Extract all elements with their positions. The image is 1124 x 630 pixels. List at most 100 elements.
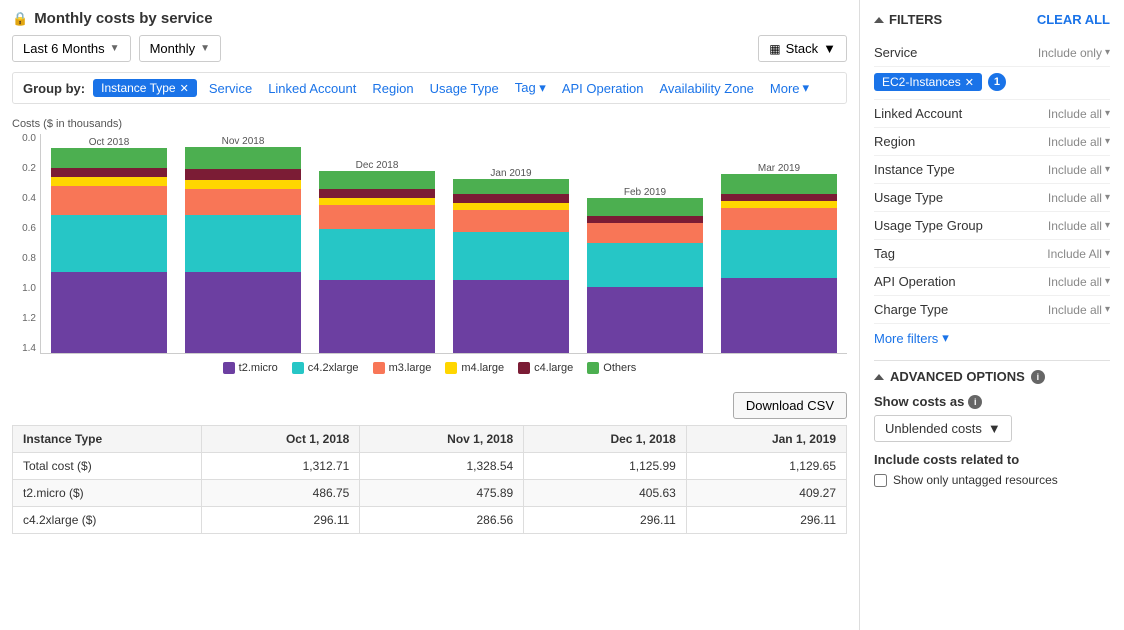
caret-icon: ▾ xyxy=(1105,304,1110,315)
bar-segment xyxy=(185,215,301,272)
api-operation-control[interactable]: Include all ▾ xyxy=(1048,275,1110,289)
interval-dropdown[interactable]: Monthly ▼ xyxy=(139,35,221,62)
sidebar: FILTERS CLEAR ALL Service Include only ▾… xyxy=(859,0,1124,630)
tag-control[interactable]: Include All ▾ xyxy=(1047,247,1110,261)
linked-account-control[interactable]: Include all ▾ xyxy=(1048,107,1110,121)
remove-ec2-icon[interactable]: ✕ xyxy=(965,76,974,89)
group-by-service[interactable]: Service xyxy=(205,81,256,96)
more-filters-button[interactable]: More filters ▾ xyxy=(874,324,949,352)
collapse-icon xyxy=(874,374,884,380)
service-control[interactable]: Include only ▾ xyxy=(1038,46,1110,60)
filters-title: FILTERS xyxy=(874,12,942,27)
caret-icon: ▼ xyxy=(200,43,210,54)
untagged-checkbox[interactable] xyxy=(874,474,887,487)
table-header-cell: Dec 1, 2018 xyxy=(524,426,687,453)
download-csv-button[interactable]: Download CSV xyxy=(733,392,847,419)
clear-all-button[interactable]: CLEAR ALL xyxy=(1037,12,1110,27)
chart-icon: ▦ xyxy=(769,42,780,56)
filter-count-badge: 1 xyxy=(988,73,1006,91)
caret-icon: ▾ xyxy=(1105,220,1110,231)
chart-legend: t2.microc4.2xlargem3.largem4.largec4.lar… xyxy=(12,354,847,378)
bar-label: Oct 2018 xyxy=(51,137,167,148)
bar-segment xyxy=(319,189,435,198)
bar-label: Feb 2019 xyxy=(587,187,703,198)
bar-group[interactable]: Oct 2018 xyxy=(51,133,167,353)
bar-group[interactable]: Dec 2018 xyxy=(319,156,435,353)
table-cell-value: 296.11 xyxy=(524,507,687,534)
bar-group[interactable]: Nov 2018 xyxy=(185,132,301,353)
chart-wrapper: 1.4 1.2 1.0 0.8 0.6 0.4 0.2 0.0 Oct 2018… xyxy=(12,134,847,354)
bar-segment xyxy=(453,280,569,353)
bar-segment xyxy=(453,194,569,203)
stack-button[interactable]: ▦ Stack ▼ xyxy=(758,35,847,62)
bar-segment xyxy=(185,180,301,189)
legend-label: t2.micro xyxy=(239,362,278,374)
table-cell-value: 486.75 xyxy=(201,480,360,507)
legend-swatch xyxy=(518,362,530,374)
table-cell-value: 405.63 xyxy=(524,480,687,507)
bar-segment xyxy=(319,229,435,280)
table-row: t2.micro ($)486.75475.89405.63409.27 xyxy=(13,480,847,507)
caret-icon: ▼ xyxy=(110,43,120,54)
group-by-more[interactable]: More ▾ xyxy=(766,80,813,96)
ec2-instances-chip[interactable]: EC2-Instances ✕ xyxy=(874,73,982,91)
group-by-availability-zone[interactable]: Availability Zone xyxy=(655,81,757,96)
caret-icon: ▾ xyxy=(1105,47,1110,58)
table-cell-value: 409.27 xyxy=(686,480,846,507)
bar-label: Nov 2018 xyxy=(185,136,301,147)
region-control[interactable]: Include all ▾ xyxy=(1048,135,1110,149)
table-header-cell: Jan 1, 2019 xyxy=(686,426,846,453)
bar-segment xyxy=(319,280,435,353)
table-header-row: Instance TypeOct 1, 2018Nov 1, 2018Dec 1… xyxy=(13,426,847,453)
data-table: Instance TypeOct 1, 2018Nov 1, 2018Dec 1… xyxy=(12,425,847,534)
bar-segment xyxy=(319,171,435,189)
group-by-linked-account[interactable]: Linked Account xyxy=(264,81,360,96)
bar-group[interactable]: Jan 2019 xyxy=(453,164,569,353)
info-icon[interactable]: i xyxy=(1031,370,1045,384)
table-cell-value: 1,129.65 xyxy=(686,453,846,480)
bar-segment xyxy=(587,216,703,223)
costs-type-dropdown[interactable]: Unblended costs ▼ xyxy=(874,415,1012,442)
legend-item: Others xyxy=(587,362,636,374)
legend-swatch xyxy=(445,362,457,374)
bar-group[interactable]: Feb 2019 xyxy=(587,183,703,353)
bar-segment xyxy=(185,147,301,169)
toolbar: Last 6 Months ▼ Monthly ▼ ▦ Stack ▼ xyxy=(12,35,847,62)
instance-type-chip[interactable]: Instance Type ✕ xyxy=(93,79,197,97)
table-header-cell: Oct 1, 2018 xyxy=(201,426,360,453)
bar-segment xyxy=(587,243,703,287)
bar-segment xyxy=(51,186,167,215)
group-by-region[interactable]: Region xyxy=(368,81,417,96)
filter-linked-account: Linked Account Include all ▾ xyxy=(874,100,1110,128)
bar-segment xyxy=(721,174,837,194)
ec2-chip-row: EC2-Instances ✕ 1 xyxy=(874,67,1110,100)
date-range-dropdown[interactable]: Last 6 Months ▼ xyxy=(12,35,131,62)
remove-chip-icon[interactable]: ✕ xyxy=(180,82,189,95)
table-row: c4.2xlarge ($)296.11286.56296.11296.11 xyxy=(13,507,847,534)
group-by-label: Group by: xyxy=(23,81,85,96)
filter-service: Service Include only ▾ xyxy=(874,39,1110,67)
usage-type-group-control[interactable]: Include all ▾ xyxy=(1048,219,1110,233)
filter-api-operation: API Operation Include all ▾ xyxy=(874,268,1110,296)
advanced-options-header: ADVANCED OPTIONS i xyxy=(874,369,1110,384)
table-cell-value: 1,312.71 xyxy=(201,453,360,480)
legend-label: m4.large xyxy=(461,362,504,374)
bar-segment xyxy=(319,198,435,205)
legend-label: m3.large xyxy=(389,362,432,374)
bar-segment xyxy=(51,215,167,272)
usage-type-control[interactable]: Include all ▾ xyxy=(1048,191,1110,205)
charge-type-control[interactable]: Include all ▾ xyxy=(1048,303,1110,317)
table-cell-value: 1,328.54 xyxy=(360,453,524,480)
bar-group[interactable]: Mar 2019 xyxy=(721,159,837,353)
bar-segment xyxy=(721,201,837,208)
table-cell-value: 296.11 xyxy=(201,507,360,534)
group-by-api-operation[interactable]: API Operation xyxy=(558,81,648,96)
show-costs-info-icon[interactable]: i xyxy=(968,395,982,409)
group-by-tag[interactable]: Tag ▾ xyxy=(511,80,550,96)
bar-segment xyxy=(587,287,703,353)
bar-segment xyxy=(453,203,569,210)
instance-type-control[interactable]: Include all ▾ xyxy=(1048,163,1110,177)
group-by-usage-type[interactable]: Usage Type xyxy=(426,81,503,96)
table-body: Total cost ($)1,312.711,328.541,125.991,… xyxy=(13,453,847,534)
table-actions: Download CSV xyxy=(12,392,847,419)
